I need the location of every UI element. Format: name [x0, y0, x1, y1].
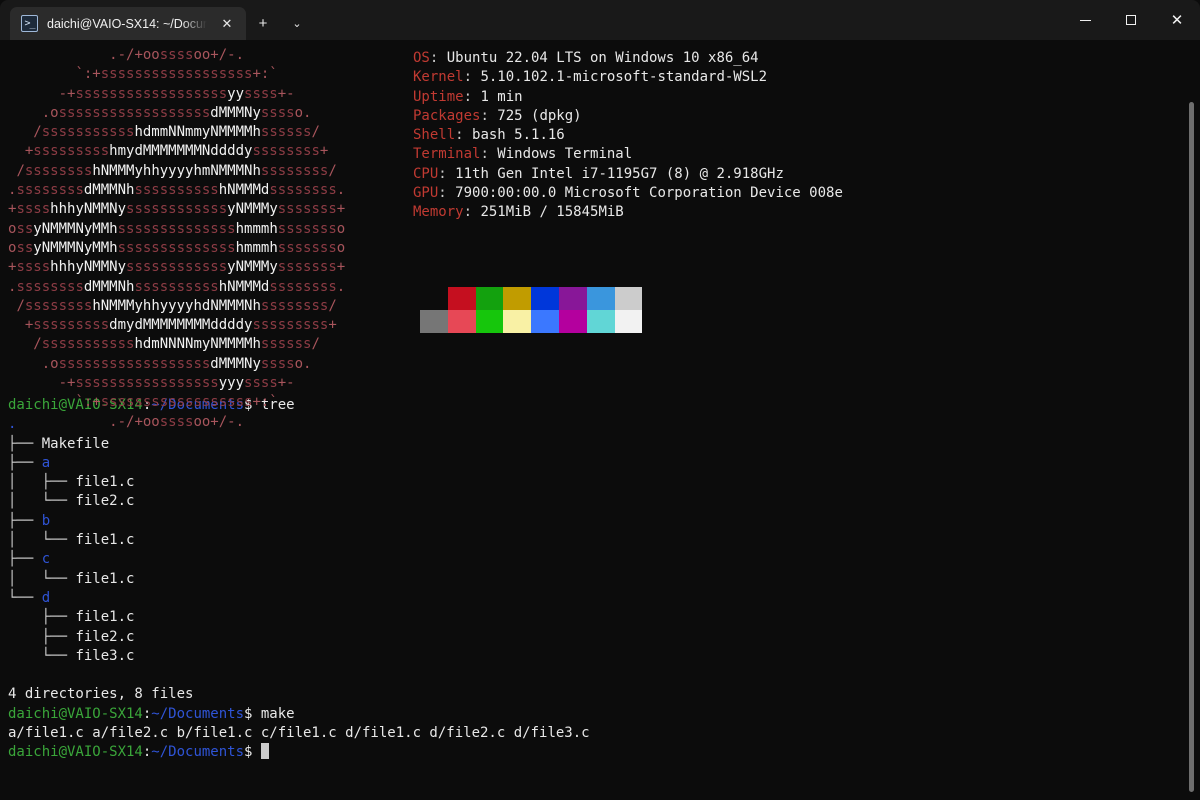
neofetch-info-table: OS: Ubuntu 22.04 LTS on Windows 10 x86_6… — [413, 50, 843, 221]
shell-transcript: daichi@VAIO-SX14:~/Documents$ tree . ├──… — [8, 397, 590, 761]
palette-swatch-normal-5 — [558, 287, 587, 310]
scrollbar-thumb[interactable] — [1189, 102, 1194, 792]
minimize-icon — [1079, 19, 1091, 21]
close-button[interactable]: ✕ — [1154, 0, 1200, 40]
palette-swatch-bright-7 — [614, 310, 643, 333]
palette-swatch-normal-1 — [447, 287, 476, 310]
tab-daichi-documents[interactable]: >_ daichi@VAIO-SX14: ~/Docume ✕ — [10, 7, 246, 40]
terminal-prompt-icon: >_ — [21, 15, 38, 32]
tab-title: daichi@VAIO-SX14: ~/Docume — [47, 16, 207, 31]
ubuntu-ascii-art-logo: .-/+oossssoo+/-. `:+ssssssssssssssssss+:… — [8, 47, 346, 430]
palette-swatch-bright-3 — [503, 310, 532, 333]
palette-swatch-normal-3 — [503, 287, 532, 310]
palette-swatch-normal-7 — [614, 287, 643, 310]
neofetch-output: .-/+oossssoo+/-. `:+ssssssssssssssssss+:… — [8, 46, 1200, 430]
palette-swatch-normal-2 — [475, 287, 504, 310]
neofetch-color-palette — [420, 287, 643, 333]
palette-swatch-bright-6 — [586, 310, 615, 333]
palette-swatch-normal-6 — [586, 287, 615, 310]
palette-swatch-bright-2 — [475, 310, 504, 333]
tab-strip: >_ daichi@VAIO-SX14: ~/Docume ✕ + ⌄ — [0, 0, 314, 40]
palette-row-normal — [420, 287, 643, 310]
terminal-window: >_ daichi@VAIO-SX14: ~/Docume ✕ + ⌄ ✕ .- — [0, 0, 1200, 800]
text-cursor — [260, 743, 269, 760]
new-tab-button[interactable]: + — [246, 7, 280, 40]
terminal-viewport[interactable]: .-/+oossssoo+/-. `:+ssssssssssssssssss+:… — [0, 40, 1200, 800]
palette-swatch-bright-5 — [558, 310, 587, 333]
palette-swatch-bright-0 — [420, 310, 448, 333]
window-controls: ✕ — [1062, 0, 1200, 40]
title-bar: >_ daichi@VAIO-SX14: ~/Docume ✕ + ⌄ ✕ — [0, 0, 1200, 40]
palette-swatch-normal-4 — [531, 287, 559, 310]
close-window-icon: ✕ — [1170, 11, 1184, 29]
scrollbar[interactable] — [1188, 40, 1195, 800]
palette-swatch-normal-0 — [420, 287, 448, 310]
maximize-button[interactable] — [1108, 0, 1154, 40]
maximize-icon — [1126, 15, 1136, 25]
palette-swatch-bright-4 — [531, 310, 559, 333]
chevron-down-icon[interactable]: ⌄ — [280, 7, 314, 40]
palette-row-bright — [420, 310, 643, 333]
palette-swatch-bright-1 — [447, 310, 476, 333]
close-icon[interactable]: ✕ — [216, 13, 238, 35]
minimize-button[interactable] — [1062, 0, 1108, 40]
